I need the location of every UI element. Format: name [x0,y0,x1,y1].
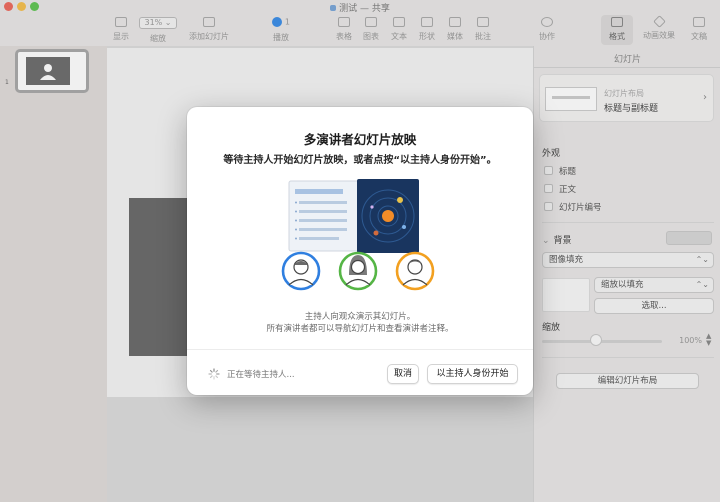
waiting-status: 正在等待主持人... [227,370,295,380]
dialog-description-line1: 主持人向观众演示其幻灯片。 [304,312,416,322]
cancel-button[interactable]: 取消 [387,364,419,384]
divider [187,349,533,350]
start-as-host-button[interactable]: 以主持人身份开始 [427,364,518,384]
spinner-icon [208,368,220,380]
dialog-title: 多演讲者幻灯片放映 [303,132,417,147]
multi-presenter-dialog: 多演讲者幻灯片放映 等待主持人开始幻灯片放映，或者点按“以主持人身份开始”。 主… [187,107,533,395]
dialog-subtitle: 等待主持人开始幻灯片放映，或者点按“以主持人身份开始”。 [223,155,497,166]
dialog-description-line2: 所有演讲者都可以导航幻灯片和查看演讲者注释。 [266,324,454,334]
presenters-illustration [281,179,435,291]
